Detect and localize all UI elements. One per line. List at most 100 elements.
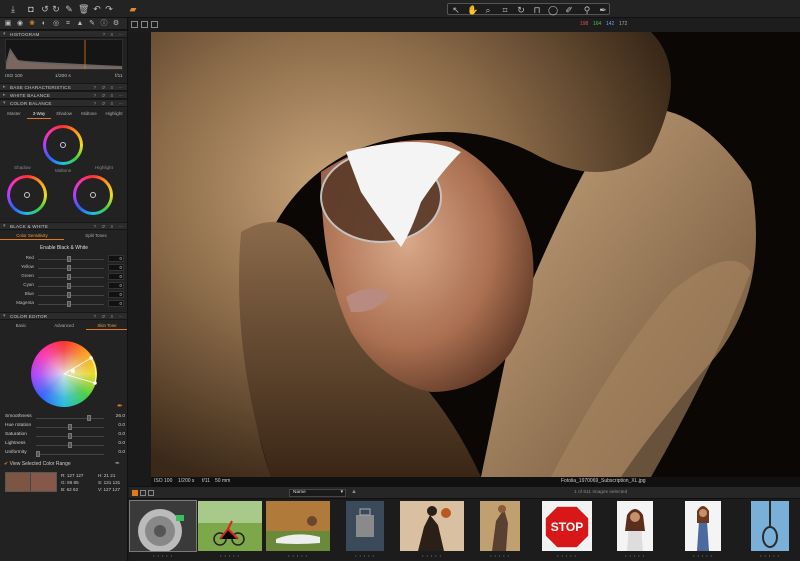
eyedropper-icon[interactable]: ✒ (115, 460, 120, 467)
enable-bw-checkbox[interactable]: Enable Black & White (0, 245, 127, 251)
slider-value[interactable]: 0 (108, 282, 124, 289)
bw-slider-green[interactable]: Green 0 (0, 273, 127, 281)
uniformity-slider[interactable]: Uniformity 0.0 (0, 449, 127, 458)
slider-track[interactable] (38, 304, 104, 305)
tab-color-sensitivity[interactable]: Color Sensitivity (0, 231, 64, 240)
slider-knob[interactable] (67, 265, 71, 271)
slider-knob[interactable] (68, 433, 72, 439)
histogram-header[interactable]: ▾ HISTOGRAM ? ≡ ⋯ (0, 30, 127, 38)
slider-track[interactable] (36, 454, 104, 455)
thumbnail-rating[interactable]: • • • • • (346, 554, 384, 558)
midtone-wheel[interactable] (43, 125, 83, 165)
tab-shadow[interactable]: Shadow (52, 109, 76, 119)
details-icon[interactable]: ▲ (75, 19, 85, 29)
thumbnail-rating[interactable]: • • • • • (542, 554, 592, 558)
output-icon[interactable]: ⚙ (111, 19, 121, 29)
adjust-icon[interactable]: ✎ (87, 19, 97, 29)
slider-track[interactable] (38, 277, 104, 278)
wheel-handle[interactable] (60, 142, 66, 148)
spot-icon[interactable]: ◯ (548, 5, 558, 15)
thumbnail-item[interactable]: • • • • • (129, 500, 197, 558)
slider-value[interactable]: 26.0 (108, 414, 125, 419)
rotate-left-icon[interactable]: ↺ (40, 4, 50, 14)
thumbnail-item[interactable]: • • • • • (266, 501, 330, 558)
compare-view-icon[interactable] (151, 21, 158, 28)
tab-skin-tone[interactable]: Skin Tone (86, 321, 127, 330)
tab-advanced[interactable]: Advanced (42, 321, 86, 330)
color-editor-header[interactable]: ▾ COLOR EDITOR ? ↺ ≡ ⋯ (0, 312, 127, 320)
tab-split-tones[interactable]: Split Tones (64, 231, 127, 240)
main-photo[interactable] (151, 32, 800, 477)
list-view-icon[interactable] (140, 490, 146, 496)
slider-knob[interactable] (87, 415, 92, 421)
thumbnail-item[interactable]: • • • • • (751, 501, 789, 558)
hue-rotation-slider[interactable]: Hue rotation 0.0 (0, 422, 127, 431)
slider-knob[interactable] (67, 283, 71, 289)
redo-icon[interactable]: ↷ (104, 4, 114, 14)
thumbnail-rating[interactable]: • • • • • (400, 554, 464, 558)
thumbnail-rating[interactable]: • • • • • (480, 554, 520, 558)
slider-value[interactable]: 0.0 (108, 450, 125, 455)
color-picker-icon[interactable]: ✒ (117, 402, 123, 410)
smoothness-slider[interactable]: Smoothness 26.0 (0, 413, 127, 422)
thumbnail-rating[interactable]: • • • • • (130, 554, 196, 558)
bw-slider-cyan[interactable]: Cyan 0 (0, 282, 127, 290)
thumbnail-rating[interactable]: • • • • • (685, 554, 721, 558)
section-controls[interactable]: ? ↺ ≡ ⋯ (93, 84, 125, 91)
black-white-header[interactable]: ▾ BLACK & WHITE ? ↺ ≡ ⋯ (0, 222, 127, 230)
thumbnail-view-icon[interactable] (132, 490, 138, 496)
tab-midtone[interactable]: Midtone (77, 109, 101, 119)
slider-value[interactable]: 0 (108, 255, 124, 262)
slider-knob[interactable] (67, 301, 71, 307)
skin-tone-wheel[interactable] (31, 341, 97, 407)
thumbnail-rating[interactable]: • • • • • (266, 554, 330, 558)
rotate-icon[interactable]: ↻ (516, 5, 526, 15)
slider-value[interactable]: 0 (108, 291, 124, 298)
thumbnail-item[interactable]: • • • • • (480, 501, 520, 558)
thumbnail-rating[interactable]: • • • • • (617, 554, 653, 558)
sort-select[interactable]: Name ▾ (289, 489, 346, 497)
undo-icon[interactable]: ↶ (92, 4, 102, 14)
library-icon[interactable]: ▣ (3, 19, 13, 29)
slider-knob[interactable] (67, 292, 71, 298)
tab-highlight[interactable]: Highlight (102, 109, 126, 119)
thumbnail-item[interactable]: • • • • • (617, 501, 653, 558)
skin-tone-selector[interactable] (31, 341, 97, 407)
filmstrip-view-icon[interactable] (148, 490, 154, 496)
saturation-slider[interactable]: Saturation 0.0 (0, 431, 127, 440)
variants-icon[interactable]: ▰ (128, 4, 138, 14)
slider-knob[interactable] (68, 424, 72, 430)
slider-knob[interactable] (67, 256, 71, 262)
thumbnail-item[interactable]: • • • • • (346, 501, 384, 558)
slider-track[interactable] (38, 259, 104, 260)
section-controls[interactable]: ? ↺ ≡ ⋯ (93, 92, 125, 99)
color-icon[interactable]: ❀ (27, 19, 37, 29)
crop-icon[interactable]: ⌗ (500, 5, 510, 15)
thumbnail-rating[interactable]: • • • • • (198, 554, 262, 558)
slider-track[interactable] (38, 286, 104, 287)
white-balance-header[interactable]: ▸ WHITE BALANCE ? ↺ ≡ ⋯ (0, 91, 127, 99)
capture-icon[interactable]: ◉ (15, 19, 25, 29)
thumbnail-item[interactable]: • • • • • (400, 501, 464, 558)
wheel-handle[interactable] (90, 192, 96, 198)
slider-value[interactable]: 0.0 (108, 432, 125, 437)
single-view-icon[interactable] (131, 21, 138, 28)
tab-master[interactable]: Master (2, 109, 26, 119)
slider-value[interactable]: 0.0 (108, 441, 125, 446)
thumbnail-item[interactable]: STOP • • • • • (542, 501, 592, 558)
lightness-slider[interactable]: Lightness 0.0 (0, 440, 127, 449)
picker-icon[interactable]: ⚲ (582, 5, 592, 15)
checkbox-icon[interactable]: ✔ (4, 461, 8, 467)
color-balance-header[interactable]: ▾ COLOR BALANCE ? ↺ ≡ ⋯ (0, 99, 127, 107)
exposure-icon[interactable]: ◐ (39, 19, 49, 29)
lens-icon[interactable]: ◎ (51, 19, 61, 29)
pointer-icon[interactable]: ↖ (451, 5, 461, 15)
eyedropper-icon[interactable]: ✒ (598, 5, 608, 15)
import-icon[interactable]: ⤓ (8, 4, 18, 14)
slider-value[interactable]: 0 (108, 264, 124, 271)
section-controls[interactable]: ? ↺ ≡ ⋯ (93, 100, 125, 107)
slider-value[interactable]: 0 (108, 273, 124, 280)
tab-3way[interactable]: 3-Way (27, 109, 51, 119)
highlight-wheel[interactable] (73, 175, 113, 215)
sort-direction-icon[interactable]: ▲ (351, 489, 357, 495)
